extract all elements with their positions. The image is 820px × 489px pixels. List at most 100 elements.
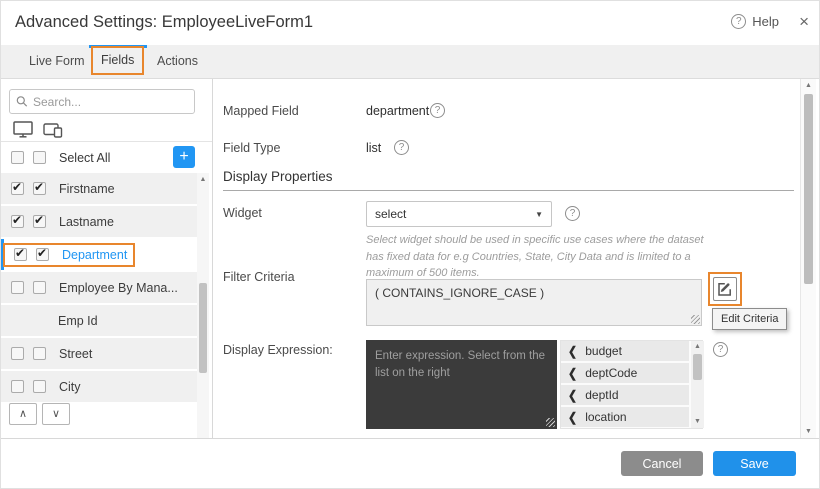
- desktop-icon: [13, 121, 33, 138]
- field-label: Emp Id: [58, 314, 98, 328]
- field-label: Firstname: [59, 182, 115, 196]
- mobile-checkbox[interactable]: [36, 248, 49, 261]
- scrollbar-thumb[interactable]: [199, 283, 207, 373]
- web-checkbox[interactable]: [11, 215, 24, 228]
- mobile-checkbox[interactable]: [33, 281, 46, 294]
- field-type-label: Field Type: [223, 141, 280, 155]
- scroll-up-icon[interactable]: ▲: [691, 341, 704, 353]
- field-row-street[interactable]: Street: [1, 338, 197, 369]
- save-button[interactable]: Save: [713, 451, 796, 476]
- edit-pencil-icon: [717, 281, 733, 297]
- move-up-button[interactable]: ∧: [9, 403, 37, 425]
- close-icon[interactable]: ×: [799, 12, 809, 32]
- resize-handle-icon[interactable]: [691, 315, 700, 324]
- select-all-label: Select All: [59, 151, 110, 165]
- field-label: City: [59, 380, 81, 394]
- expression-field-deptid[interactable]: ❮ deptId: [561, 385, 689, 405]
- field-row-employee-by-manager[interactable]: Employee By Mana...: [1, 272, 197, 303]
- reorder-buttons: ∧ ∨: [9, 403, 70, 425]
- edit-criteria-button[interactable]: [713, 277, 737, 301]
- expression-field-label: budget: [585, 344, 622, 358]
- web-checkbox[interactable]: [11, 182, 24, 195]
- expression-field-label: location: [585, 410, 626, 424]
- expression-field-budget[interactable]: ❮ budget: [561, 341, 689, 361]
- search-box: [9, 89, 195, 114]
- filter-criteria-textarea[interactable]: ( CONTAINS_IGNORE_CASE ): [366, 279, 702, 326]
- web-checkbox[interactable]: [14, 248, 27, 261]
- display-expression-help-icon[interactable]: ?: [713, 342, 728, 357]
- tab-fields[interactable]: Fields: [91, 46, 144, 75]
- mobile-checkbox[interactable]: [33, 182, 46, 195]
- help-button[interactable]: ? Help: [731, 14, 779, 29]
- select-all-web-checkbox[interactable]: [11, 151, 24, 164]
- expression-list-scrollbar[interactable]: ▲ ▼: [691, 341, 704, 428]
- dialog-title: Advanced Settings: EmployeeLiveForm1: [15, 13, 313, 32]
- display-properties-heading: Display Properties: [223, 169, 333, 184]
- scroll-up-icon[interactable]: ▲: [197, 173, 209, 186]
- widget-label: Widget: [223, 206, 262, 220]
- field-row-emp-id[interactable]: Emp Id: [1, 305, 197, 336]
- filter-criteria-label: Filter Criteria: [223, 270, 295, 284]
- insert-left-icon: ❮: [568, 388, 577, 403]
- add-field-button[interactable]: +: [173, 146, 195, 168]
- display-expression-label: Display Expression:: [223, 343, 333, 357]
- fields-sidebar: Select All + Firstname Lastname Departme…: [1, 79, 213, 438]
- web-checkbox[interactable]: [11, 281, 24, 294]
- widget-help-icon[interactable]: ?: [565, 206, 580, 221]
- mobile-checkbox[interactable]: [33, 380, 46, 393]
- insert-left-icon: ❮: [568, 344, 577, 359]
- widget-helper-text: Select widget should be used in specific…: [366, 232, 708, 282]
- scrollbar-thumb[interactable]: [693, 354, 702, 380]
- dialog-footer: Cancel Save: [1, 438, 820, 489]
- display-expression-textarea[interactable]: [366, 340, 557, 429]
- department-annotation: Department: [3, 243, 135, 267]
- select-all-mobile-checkbox[interactable]: [33, 151, 46, 164]
- search-icon: [16, 95, 28, 108]
- field-type-help-icon[interactable]: ?: [394, 140, 409, 155]
- edit-criteria-annotation: [708, 272, 742, 306]
- tab-live-form[interactable]: Live Form: [21, 45, 93, 78]
- advanced-settings-dialog: Advanced Settings: EmployeeLiveForm1 ? H…: [0, 0, 820, 489]
- field-list: Firstname Lastname Department Employee B…: [1, 173, 197, 404]
- edit-criteria-tooltip: Edit Criteria: [712, 308, 787, 330]
- device-column-header: [1, 118, 212, 142]
- web-checkbox[interactable]: [11, 380, 24, 393]
- move-down-button[interactable]: ∨: [42, 403, 70, 425]
- scrollbar-thumb[interactable]: [804, 94, 813, 284]
- tab-actions[interactable]: Actions: [149, 45, 206, 78]
- field-row-lastname[interactable]: Lastname: [1, 206, 197, 237]
- sidebar-scrollbar[interactable]: ▲ ▼: [197, 173, 209, 480]
- mobile-checkbox[interactable]: [33, 347, 46, 360]
- help-circle-icon: ?: [731, 14, 746, 29]
- field-label: Department: [62, 248, 127, 262]
- scroll-down-icon[interactable]: ▼: [691, 416, 704, 428]
- expression-field-deptcode[interactable]: ❮ deptCode: [561, 363, 689, 383]
- widget-select-value: select: [375, 207, 535, 221]
- main-panel-scrollbar[interactable]: ▲ ▼: [800, 79, 816, 438]
- insert-left-icon: ❮: [568, 410, 577, 425]
- select-all-row: Select All +: [1, 143, 212, 172]
- field-row-city[interactable]: City: [1, 371, 197, 402]
- search-input[interactable]: [33, 95, 188, 109]
- widget-select[interactable]: select ▼: [366, 201, 552, 227]
- mobile-checkbox[interactable]: [33, 215, 46, 228]
- field-row-department[interactable]: Department: [1, 239, 197, 270]
- mobile-devices-icon: [43, 122, 63, 138]
- resize-handle-icon[interactable]: [546, 418, 555, 427]
- expression-field-label: deptId: [585, 388, 618, 402]
- field-label: Lastname: [59, 215, 114, 229]
- tab-bar: Live Form Fields Actions: [1, 45, 820, 79]
- field-row-firstname[interactable]: Firstname: [1, 173, 197, 204]
- mapped-field-label: Mapped Field: [223, 104, 299, 118]
- field-label: Street: [59, 347, 92, 361]
- scroll-down-icon[interactable]: ▼: [801, 425, 816, 438]
- expression-field-location[interactable]: ❮ location: [561, 407, 689, 427]
- cancel-button[interactable]: Cancel: [621, 451, 703, 476]
- scroll-up-icon[interactable]: ▲: [801, 79, 816, 92]
- help-label: Help: [752, 14, 779, 29]
- mapped-field-value: department: [366, 104, 429, 118]
- dialog-header: Advanced Settings: EmployeeLiveForm1 ? H…: [1, 1, 820, 45]
- chevron-down-icon: ▼: [535, 210, 543, 219]
- mapped-field-help-icon[interactable]: ?: [430, 103, 445, 118]
- web-checkbox[interactable]: [11, 347, 24, 360]
